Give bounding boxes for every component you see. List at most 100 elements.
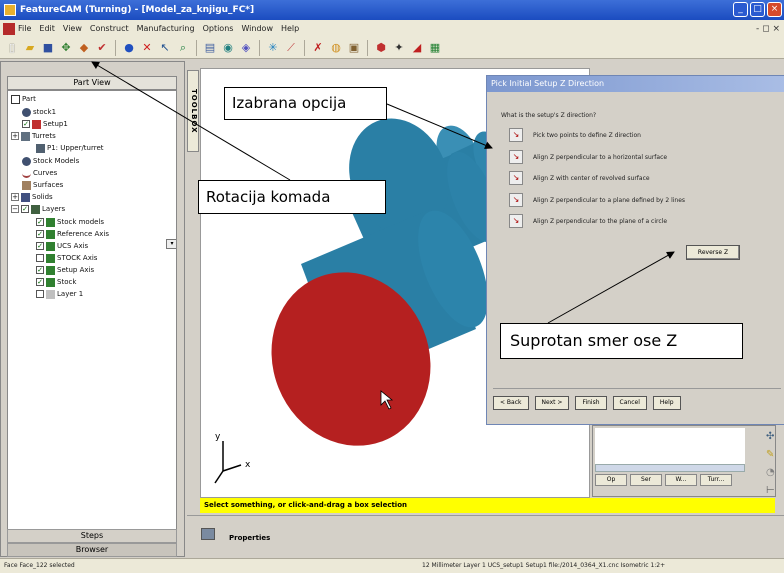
menu-construct[interactable]: Construct bbox=[90, 24, 129, 33]
circle-plane-icon[interactable]: ↘ bbox=[509, 214, 523, 228]
option-circle-plane[interactable]: ↘ Align Z perpendicular to the plane of … bbox=[509, 214, 779, 228]
operations-panel: Op Ser W... Turr... bbox=[592, 425, 776, 497]
option-two-points[interactable]: ↘ Pick two points to define Z direction bbox=[509, 128, 779, 142]
horizontal-scrollbar[interactable] bbox=[595, 464, 745, 472]
option-revolved-surface[interactable]: ↘ Align Z with center of revolved surfac… bbox=[509, 171, 779, 185]
layers-icon[interactable]: ▤ bbox=[202, 40, 218, 56]
stop-icon[interactable]: ● bbox=[121, 40, 137, 56]
tree-item-layers[interactable]: − ✓ Layers bbox=[11, 203, 65, 215]
tree-item-part[interactable]: Part bbox=[11, 93, 36, 105]
pick-points-icon[interactable]: ↘ bbox=[509, 128, 523, 142]
snap-icon[interactable]: ◈ bbox=[238, 40, 254, 56]
dialog-question: What is the setup's Z direction? bbox=[501, 112, 597, 119]
menu-file[interactable]: File bbox=[18, 24, 31, 33]
setup-checkbox[interactable]: ✓ bbox=[22, 120, 30, 128]
minimize-button[interactable]: _ bbox=[733, 2, 748, 17]
finish-button[interactable]: Finish bbox=[575, 396, 607, 410]
option-horizontal-surface[interactable]: ↘ Align Z perpendicular to a horizontal … bbox=[509, 150, 779, 164]
tab-op[interactable]: Op bbox=[595, 474, 627, 486]
tree-item-curves[interactable]: Curves bbox=[22, 167, 57, 179]
menu-edit[interactable]: Edit bbox=[39, 24, 55, 33]
tree-item-layer-stock[interactable]: ✓ Stock bbox=[36, 276, 76, 288]
point-icon[interactable]: ✳ bbox=[265, 40, 281, 56]
delete-icon[interactable]: ✕ bbox=[139, 40, 155, 56]
tree-item-turrets[interactable]: + Turrets bbox=[11, 130, 56, 142]
layer-checkbox[interactable]: ✓ bbox=[36, 218, 44, 226]
tree-item-layer-1[interactable]: Layer 1 bbox=[36, 288, 83, 300]
layer-checkbox[interactable]: ✓ bbox=[36, 266, 44, 274]
cancel-button[interactable]: Cancel bbox=[612, 396, 647, 410]
maximize-button[interactable]: □ bbox=[750, 2, 765, 17]
properties-label[interactable]: Properties bbox=[229, 534, 270, 542]
properties-icon[interactable] bbox=[201, 528, 215, 540]
check-icon[interactable]: ✔ bbox=[94, 40, 110, 56]
layers-checkbox[interactable]: ✓ bbox=[21, 205, 29, 213]
tree-item-layer-setup-axis[interactable]: ✓ Setup Axis bbox=[36, 264, 94, 276]
side-tool-icon[interactable]: ◔ bbox=[766, 467, 775, 478]
collapse-icon[interactable]: − bbox=[11, 205, 19, 213]
line-icon[interactable]: ⟋ bbox=[283, 40, 299, 56]
mdi-controls[interactable]: - ◻ × bbox=[756, 24, 780, 34]
help-button[interactable]: Help bbox=[652, 396, 681, 410]
horizontal-surface-icon[interactable]: ↘ bbox=[509, 150, 523, 164]
report-icon[interactable]: ▦ bbox=[427, 40, 443, 56]
tree-item-surfaces[interactable]: Surfaces bbox=[22, 179, 63, 191]
side-tool-icon[interactable]: ✎ bbox=[766, 449, 774, 460]
new-icon[interactable]: ▯ bbox=[4, 40, 20, 56]
tree-item-turret-p1[interactable]: P1: Upper/turret bbox=[36, 142, 104, 154]
shade-icon[interactable]: ◍ bbox=[328, 40, 344, 56]
expand-icon[interactable]: + bbox=[11, 132, 19, 140]
side-tool-icon[interactable]: ✣ bbox=[766, 431, 774, 442]
tab-ser[interactable]: Ser bbox=[630, 474, 662, 486]
steps-tab[interactable]: Steps bbox=[7, 529, 177, 543]
zoom-icon[interactable]: ⌕ bbox=[175, 40, 191, 56]
cube-icon[interactable]: ⬢ bbox=[373, 40, 389, 56]
rotate-icon[interactable]: ✥ bbox=[58, 40, 74, 56]
eye-icon[interactable]: ◉ bbox=[220, 40, 236, 56]
menu-help[interactable]: Help bbox=[281, 24, 299, 33]
tree-item-stock-models[interactable]: Stock Models bbox=[22, 155, 79, 167]
tree-scroll-marker[interactable]: ▾ bbox=[166, 239, 176, 249]
tree-item-layer-stock-axis[interactable]: STOCK Axis bbox=[36, 252, 97, 264]
tool-icon[interactable]: ✦ bbox=[391, 40, 407, 56]
part-view-header[interactable]: Part View bbox=[7, 76, 177, 90]
toolbox-strip[interactable]: TOOLBOX bbox=[187, 70, 199, 152]
layer-checkbox[interactable] bbox=[36, 254, 44, 262]
tree-item-layer-stock-models[interactable]: ✓ Stock models bbox=[36, 216, 104, 228]
box-icon[interactable]: ▣ bbox=[346, 40, 362, 56]
color-icon[interactable]: ✗ bbox=[310, 40, 326, 56]
menu-window[interactable]: Window bbox=[241, 24, 273, 33]
select-icon[interactable]: ↖ bbox=[157, 40, 173, 56]
part-tree[interactable]: Part stock1 ✓ Setup1 + Turrets P1: Upper… bbox=[7, 90, 177, 530]
layer-checkbox[interactable]: ✓ bbox=[36, 278, 44, 286]
tab-w[interactable]: W... bbox=[665, 474, 697, 486]
layer-checkbox[interactable]: ✓ bbox=[36, 242, 44, 250]
operations-list[interactable] bbox=[595, 428, 745, 464]
save-icon[interactable]: ■ bbox=[40, 40, 56, 56]
sim-icon[interactable]: ◢ bbox=[409, 40, 425, 56]
reverse-z-button[interactable]: Reverse Z bbox=[686, 245, 740, 260]
layer-checkbox[interactable] bbox=[36, 290, 44, 298]
menu-view[interactable]: View bbox=[63, 24, 82, 33]
close-button[interactable]: × bbox=[767, 2, 782, 17]
next-button[interactable]: Next > bbox=[534, 396, 570, 410]
document-icon bbox=[3, 22, 15, 35]
browser-tab[interactable]: Browser bbox=[7, 543, 177, 557]
layer-checkbox[interactable]: ✓ bbox=[36, 230, 44, 238]
option-plane-two-lines[interactable]: ↘ Align Z perpendicular to a plane defin… bbox=[509, 193, 779, 207]
tree-item-layer-ucs-axis[interactable]: ✓ UCS Axis bbox=[36, 240, 88, 252]
plane-lines-icon[interactable]: ↘ bbox=[509, 193, 523, 207]
tree-item-layer-reference-axis[interactable]: ✓ Reference Axis bbox=[36, 228, 109, 240]
menu-manufacturing[interactable]: Manufacturing bbox=[137, 24, 195, 33]
orient-icon[interactable]: ◆ bbox=[76, 40, 92, 56]
tree-item-stock[interactable]: stock1 bbox=[22, 106, 56, 118]
side-tool-icon[interactable]: ⊢ bbox=[766, 485, 775, 496]
open-icon[interactable]: ▰ bbox=[22, 40, 38, 56]
tree-item-setup[interactable]: ✓ Setup1 bbox=[22, 118, 68, 130]
back-button[interactable]: < Back bbox=[493, 396, 529, 410]
expand-icon[interactable]: + bbox=[11, 193, 19, 201]
tree-item-solids[interactable]: + Solids bbox=[11, 191, 53, 203]
menu-options[interactable]: Options bbox=[203, 24, 234, 33]
tab-turr[interactable]: Turr... bbox=[700, 474, 732, 486]
revolved-surface-icon[interactable]: ↘ bbox=[509, 171, 523, 185]
